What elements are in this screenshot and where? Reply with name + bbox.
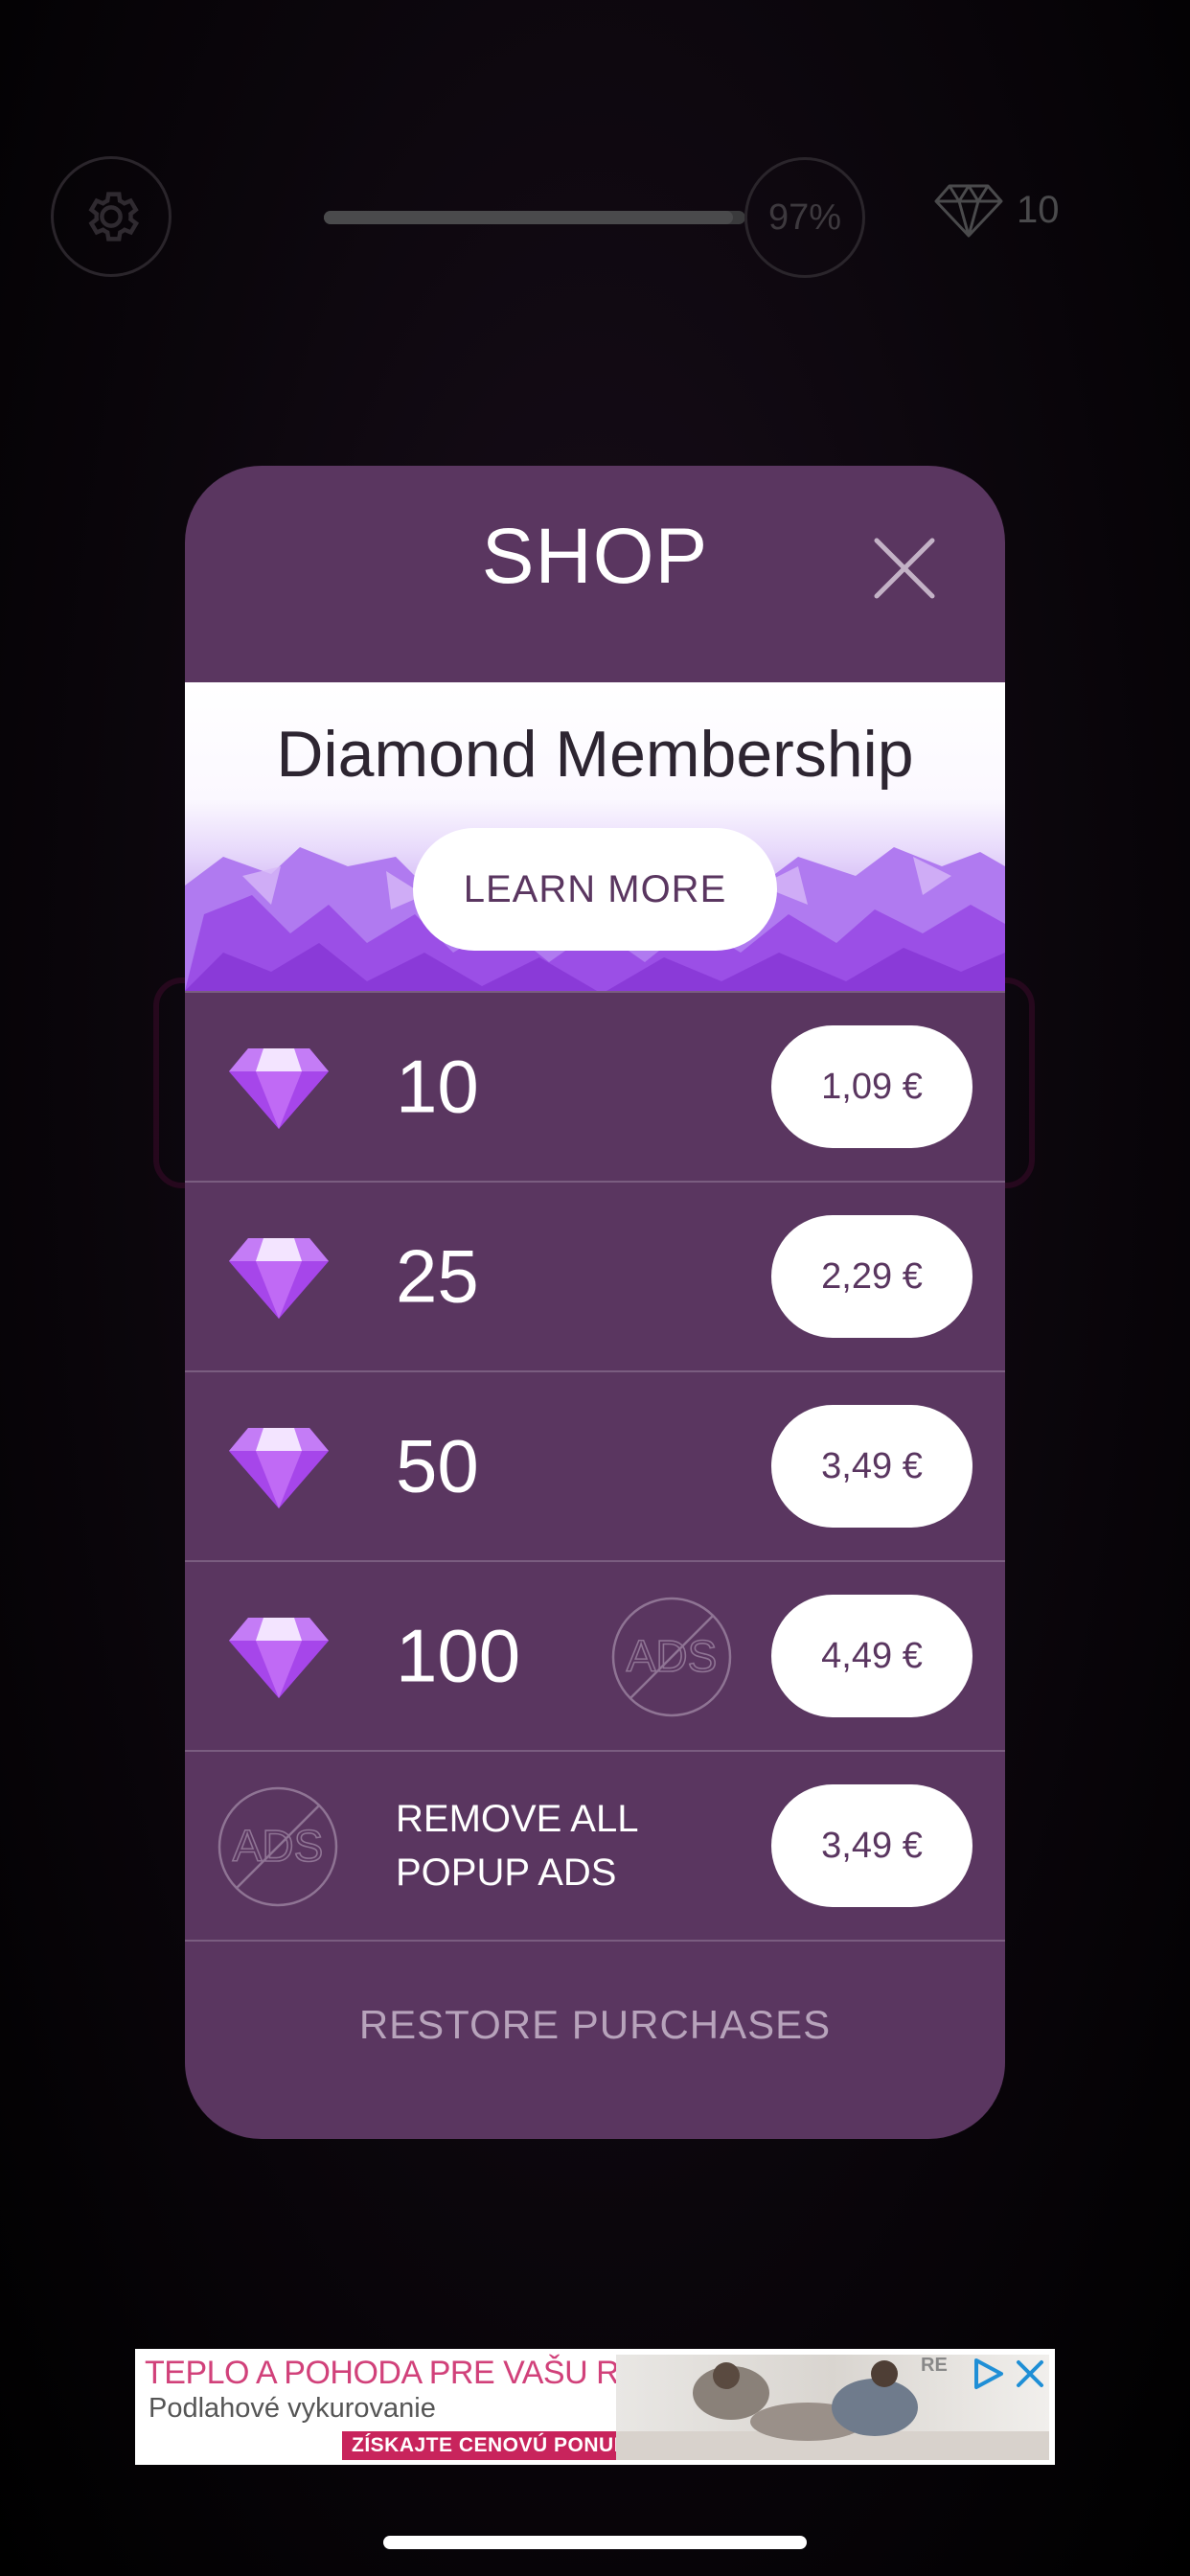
- adchoices-icon[interactable]: [969, 2355, 1007, 2393]
- no-ads-badge-text: ADS: [233, 1821, 324, 1871]
- diamond-package-row: 25 2,29 €: [185, 1181, 1005, 1370]
- close-icon[interactable]: [871, 535, 938, 602]
- diamond-quantity: 10: [396, 1044, 479, 1129]
- buy-10-diamonds-button[interactable]: 1,09 €: [771, 1025, 973, 1148]
- remove-ads-line2: POPUP ADS: [396, 1852, 617, 1894]
- no-ads-icon: ADS: [217, 1786, 338, 1907]
- ad-banner[interactable]: TEPLO A POHODA PRE VAŠU RODINU Podlahové…: [135, 2349, 1055, 2465]
- purple-diamond-icon: [229, 1238, 329, 1319]
- learn-more-button[interactable]: LEARN MORE: [413, 828, 777, 951]
- diamond-package-row: 100 ADS 4,49 €: [185, 1560, 1005, 1750]
- buy-100-diamonds-button[interactable]: 4,49 €: [771, 1595, 973, 1717]
- diamond-counter[interactable]: 10: [934, 182, 1060, 238]
- level-progress-fill: [324, 211, 733, 224]
- purple-diamond-icon: [229, 1618, 329, 1698]
- diamond-package-row: 50 3,49 €: [185, 1370, 1005, 1560]
- ad-subline: Podlahové vykurovanie: [149, 2393, 436, 2424]
- buy-50-diamonds-button[interactable]: 3,49 €: [771, 1405, 973, 1528]
- diamond-quantity: 25: [396, 1233, 479, 1319]
- close-icon[interactable]: [1011, 2355, 1049, 2393]
- diamond-membership-banner[interactable]: Diamond Membership LEARN MORE: [185, 682, 1005, 991]
- diamond-quantity: 100: [396, 1613, 521, 1698]
- remove-ads-line1: REMOVE ALL: [396, 1798, 639, 1840]
- diamond-quantity: 50: [396, 1423, 479, 1508]
- remove-ads-row: ADS REMOVE ALL POPUP ADS 3,49 €: [185, 1750, 1005, 1940]
- diamond-package-row: 10 1,09 €: [185, 991, 1005, 1181]
- gear-icon: [88, 192, 140, 242]
- shop-modal: SHOP Diamond Membership LEARN MORE 10 1,…: [185, 466, 1005, 2139]
- diamond-count: 10: [1017, 188, 1060, 231]
- membership-title: Diamond Membership: [276, 718, 914, 791]
- no-ads-badge-text: ADS: [627, 1631, 718, 1681]
- settings-button[interactable]: [51, 156, 172, 277]
- progress-percent: 97%: [744, 157, 865, 278]
- no-ads-icon: ADS: [611, 1597, 732, 1717]
- buy-25-diamonds-button[interactable]: 2,29 €: [771, 1215, 973, 1338]
- purple-diamond-icon: [229, 1428, 329, 1508]
- home-indicator[interactable]: [383, 2536, 807, 2549]
- remove-ads-button[interactable]: 3,49 €: [771, 1784, 973, 1907]
- ad-brand-logo: RE: [921, 2355, 948, 2376]
- level-progress-bar: [324, 211, 745, 224]
- remove-ads-label: REMOVE ALL POPUP ADS: [396, 1792, 683, 1899]
- diamond-outline-icon: [934, 184, 1003, 238]
- restore-purchases-button[interactable]: RESTORE PURCHASES: [185, 2002, 1005, 2048]
- purple-diamond-icon: [229, 1048, 329, 1129]
